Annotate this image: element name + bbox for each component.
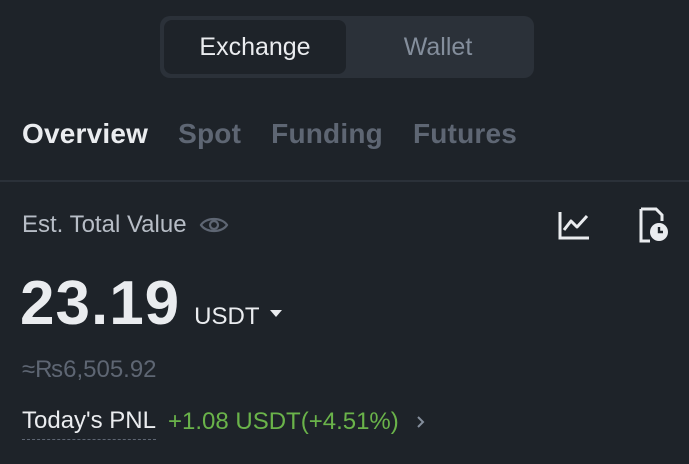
fiat-equivalent-value: ≈₨6,505.92 (22, 356, 157, 383)
total-balance-value: 23.19 (20, 269, 181, 338)
currency-label: USDT (194, 303, 260, 330)
history-icon[interactable] (638, 207, 670, 243)
exchange-wallet-switch: Exchange Wallet (160, 16, 534, 78)
wallet-tabs: Overview Spot Funding Futures (22, 118, 547, 150)
est-total-value-row: Est. Total Value (22, 211, 229, 239)
caret-down-icon (269, 309, 282, 317)
est-total-value-label: Est. Total Value (22, 211, 187, 238)
tabs-divider (0, 180, 689, 182)
balance-row: 23.19 USDT (20, 268, 282, 339)
todays-pnl-link[interactable]: Today's PNL +1.08 USDT(+4.51%) (22, 407, 427, 440)
todays-pnl-label: Today's PNL (22, 407, 156, 440)
tab-futures[interactable]: Futures (413, 118, 517, 150)
tab-funding[interactable]: Funding (271, 118, 383, 150)
chevron-right-icon (417, 415, 425, 428)
wallet-segment-button[interactable]: Wallet (346, 20, 530, 74)
eye-icon[interactable] (199, 214, 229, 236)
currency-selector[interactable]: USDT (194, 303, 282, 331)
exchange-segment-button[interactable]: Exchange (164, 20, 346, 74)
wallet-screen: Exchange Wallet Overview Spot Funding Fu… (0, 0, 689, 464)
todays-pnl-value: +1.08 USDT(+4.51%) (167, 407, 399, 435)
tab-overview[interactable]: Overview (22, 118, 148, 150)
chart-icon[interactable] (557, 209, 591, 241)
tab-spot[interactable]: Spot (178, 118, 241, 150)
